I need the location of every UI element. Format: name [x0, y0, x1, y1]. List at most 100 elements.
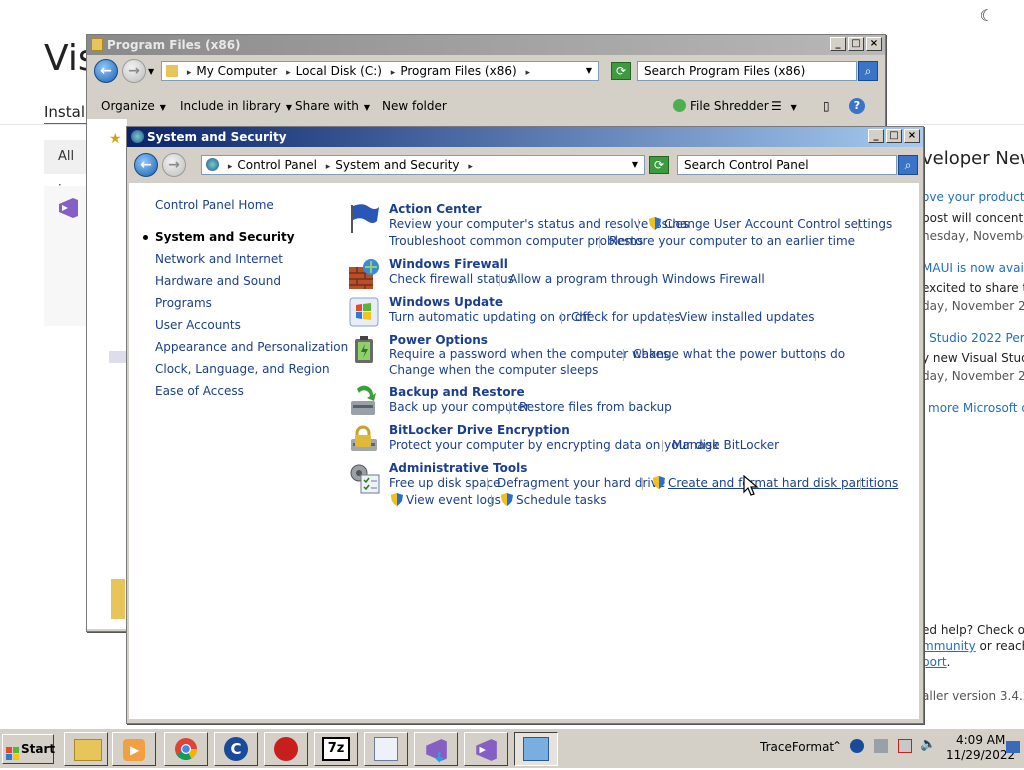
- view-installed-updates-link[interactable]: View installed updates: [679, 310, 815, 324]
- minimize-button[interactable]: _: [868, 129, 884, 143]
- computer-sleeps-link[interactable]: Change when the computer sleeps: [389, 363, 598, 377]
- clock-date[interactable]: 11/29/2022: [946, 748, 1015, 762]
- taskbar-7zip-button[interactable]: 7z: [314, 732, 358, 766]
- maximize-button[interactable]: □: [886, 129, 902, 143]
- control-panel-titlebar[interactable]: System and Security _ □ ×: [127, 127, 923, 147]
- file-shredder-button[interactable]: File Shredder: [673, 93, 769, 119]
- require-password-link[interactable]: Require a password when the computer wak…: [389, 347, 669, 361]
- installer-filter-button[interactable]: All in: [44, 140, 88, 198]
- check-firewall-link[interactable]: Check firewall status: [389, 272, 514, 286]
- windows-update-title[interactable]: Windows Update: [389, 295, 503, 309]
- share-with-menu[interactable]: Share with ▼: [295, 93, 370, 121]
- power-buttons-link[interactable]: Change what the power buttons do: [633, 347, 845, 361]
- firewall-title[interactable]: Windows Firewall: [389, 257, 508, 271]
- include-in-library-menu[interactable]: Include in library ▼: [180, 93, 292, 121]
- taskbar-visual-studio-button[interactable]: [464, 732, 508, 766]
- organize-menu[interactable]: Organize ▼: [101, 93, 166, 121]
- refresh-icon[interactable]: ⟳: [611, 62, 631, 80]
- protect-computer-link[interactable]: Protect your computer by encrypting data…: [389, 438, 719, 452]
- action-center-title[interactable]: Action Center: [389, 202, 482, 216]
- clock-time[interactable]: 4:09 AM: [956, 733, 1005, 747]
- show-desktop-icon[interactable]: [1006, 741, 1020, 753]
- schedule-tasks-link[interactable]: Schedule tasks: [516, 493, 606, 507]
- breadcrumb-item[interactable]: Control Panel: [237, 158, 317, 172]
- news-item-link[interactable]: ove your productiv: [922, 190, 1024, 204]
- power-options-title[interactable]: Power Options: [389, 333, 488, 347]
- view-options-icon[interactable]: ☰ ▼: [771, 93, 797, 121]
- address-dropdown-icon[interactable]: ▼: [632, 156, 638, 174]
- installer-tab-installed[interactable]: Install: [44, 103, 89, 121]
- restore-files-link[interactable]: Restore files from backup: [519, 400, 672, 414]
- forward-button[interactable]: →: [162, 153, 186, 177]
- breadcrumb-item[interactable]: My Computer: [196, 64, 277, 78]
- troubleshoot-link[interactable]: Troubleshoot common computer problems: [389, 234, 643, 248]
- control-panel-address-bar[interactable]: ▸ Control Panel ▸ System and Security ▸ ▼: [201, 155, 645, 175]
- nav-user-accounts[interactable]: User Accounts: [155, 318, 241, 332]
- recent-pages-dropdown[interactable]: ▼: [148, 67, 154, 76]
- control-panel-search-input[interactable]: Search Control Panel: [677, 155, 897, 175]
- explorer-address-bar[interactable]: ▸ My Computer ▸ Local Disk (C:) ▸ Program F…: [161, 61, 599, 81]
- help-icon[interactable]: ?: [849, 98, 865, 114]
- close-button[interactable]: ×: [866, 37, 882, 51]
- nav-system-and-security[interactable]: System and Security: [155, 230, 295, 244]
- community-link[interactable]: mmunity: [922, 639, 976, 653]
- free-disk-space-link[interactable]: Free up disk space: [389, 476, 501, 490]
- taskbar-control-panel-button[interactable]: [514, 732, 558, 766]
- breadcrumb-item[interactable]: Program Files (x86): [400, 64, 516, 78]
- close-button[interactable]: ×: [904, 129, 920, 143]
- support-link[interactable]: port: [922, 655, 947, 669]
- back-button[interactable]: ←: [134, 153, 158, 177]
- taskbar-chrome-button[interactable]: [164, 732, 208, 766]
- taskbar-app-button[interactable]: [264, 732, 308, 766]
- nav-programs[interactable]: Programs: [155, 296, 212, 310]
- explorer-titlebar[interactable]: Program Files (x86) _ □ ×: [87, 35, 885, 55]
- taskbar-vs-installer-button[interactable]: [414, 732, 458, 766]
- check-updates-link[interactable]: Check for updates: [571, 310, 681, 324]
- maximize-button[interactable]: □: [848, 37, 864, 51]
- defragment-link[interactable]: Defragment your hard drive: [497, 476, 665, 490]
- refresh-icon[interactable]: ⟳: [649, 156, 669, 174]
- explorer-search-input[interactable]: Search Program Files (x86): [637, 61, 857, 81]
- tray-expand-icon[interactable]: ⌃: [832, 739, 842, 753]
- action-center-tray-icon[interactable]: [898, 739, 912, 753]
- news-item-link[interactable]: MAUI is now availa: [922, 261, 1024, 275]
- theme-moon-icon[interactable]: ☾: [980, 6, 994, 25]
- nav-ease-of-access[interactable]: Ease of Access: [155, 384, 244, 398]
- nav-clock-language-region[interactable]: Clock, Language, and Region: [155, 362, 330, 376]
- allow-program-link[interactable]: Allow a program through Windows Firewall: [509, 272, 765, 286]
- news-item-link[interactable]: l Studio 2022 Perfo: [922, 331, 1024, 345]
- taskbar-media-player-button[interactable]: ▶: [112, 732, 156, 766]
- address-dropdown-icon[interactable]: ▼: [586, 62, 592, 80]
- forward-button[interactable]: →: [122, 59, 146, 83]
- search-icon[interactable]: ⌕: [898, 155, 918, 175]
- bitlocker-title[interactable]: BitLocker Drive Encryption: [389, 423, 570, 437]
- view-event-logs-link[interactable]: View event logs: [406, 493, 501, 507]
- favorites-star-icon[interactable]: ★: [109, 131, 122, 147]
- control-panel-home-link[interactable]: Control Panel Home: [155, 198, 274, 212]
- ccleaner-tray-icon[interactable]: [850, 739, 864, 753]
- news-more-link[interactable]: more Microsoft de: [928, 401, 1024, 415]
- taskbar-notepad-button[interactable]: [364, 732, 408, 766]
- back-button[interactable]: ←: [94, 59, 118, 83]
- nav-appearance[interactable]: Appearance and Personalization: [155, 340, 348, 354]
- new-folder-button[interactable]: New folder: [382, 93, 447, 119]
- nav-network-and-internet[interactable]: Network and Internet: [155, 252, 283, 266]
- taskbar-explorer-button[interactable]: [64, 732, 108, 766]
- network-tray-icon[interactable]: [874, 739, 888, 753]
- preview-pane-icon[interactable]: ▯: [823, 93, 830, 119]
- review-status-link[interactable]: Review your computer's status and resolv…: [389, 217, 689, 231]
- breadcrumb-item[interactable]: System and Security: [335, 158, 459, 172]
- restore-computer-link[interactable]: Restore your computer to an earlier time: [609, 234, 855, 248]
- nav-hardware-and-sound[interactable]: Hardware and Sound: [155, 274, 281, 288]
- start-button[interactable]: Start: [2, 734, 55, 764]
- taskbar-ccleaner-button[interactable]: C: [214, 732, 258, 766]
- search-icon[interactable]: ⌕: [858, 61, 878, 81]
- create-format-partitions-link[interactable]: Create and format hard disk partitions: [668, 476, 898, 490]
- computer-icon[interactable]: [109, 351, 127, 363]
- minimize-button[interactable]: _: [830, 37, 846, 51]
- tray-label[interactable]: TraceFormat: [760, 740, 834, 754]
- breadcrumb-item[interactable]: Local Disk (C:): [296, 64, 382, 78]
- manage-bitlocker-link[interactable]: Manage BitLocker: [672, 438, 779, 452]
- administrative-tools-title[interactable]: Administrative Tools: [389, 461, 527, 475]
- backup-restore-title[interactable]: Backup and Restore: [389, 385, 525, 399]
